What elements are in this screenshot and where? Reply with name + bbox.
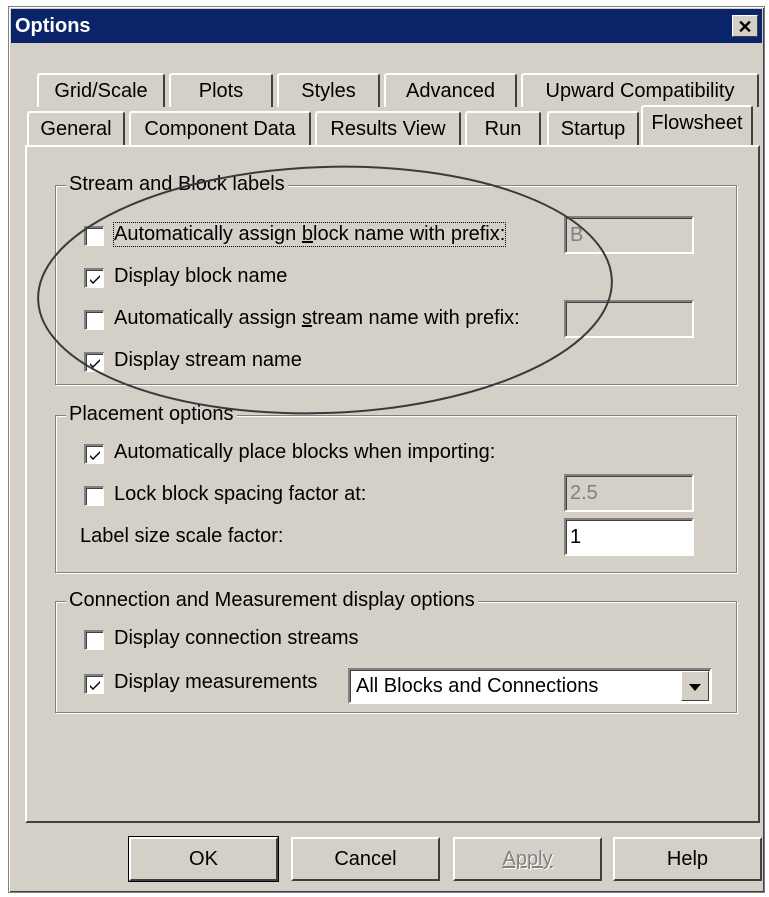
auto-place-blocks-checkbox[interactable] [84, 444, 104, 464]
stream-block-labels-group: Stream and Block labels Automatically as… [55, 173, 737, 385]
tab-component-data[interactable]: Component Data [129, 111, 311, 145]
display-stream-name-checkbox[interactable] [84, 352, 104, 372]
cancel-button[interactable]: Cancel [291, 837, 440, 881]
dropdown-arrow-icon[interactable] [681, 671, 709, 701]
measurements-select-value: All Blocks and Connections [356, 675, 599, 697]
display-measurements-checkbox[interactable] [84, 674, 104, 694]
window-title: Options [15, 15, 91, 37]
tab-grid-scale[interactable]: Grid/Scale [37, 73, 165, 107]
auto-block-name-checkbox[interactable] [84, 226, 104, 246]
group-legend: Connection and Measurement display optio… [66, 589, 478, 612]
tab-advanced[interactable]: Advanced [384, 73, 517, 107]
placement-options-group: Placement options Automatically place bl… [55, 403, 737, 573]
block-prefix-input[interactable]: B [564, 216, 694, 254]
display-connection-streams-label: Display connection streams [114, 627, 359, 649]
display-connection-streams-checkbox[interactable] [84, 630, 104, 650]
auto-stream-name-label: Automatically assign stream name with pr… [114, 307, 520, 329]
apply-button[interactable]: Apply [453, 837, 602, 881]
spacing-factor-input[interactable]: 2.5 [564, 474, 694, 512]
tab-styles[interactable]: Styles [277, 73, 380, 107]
auto-stream-name-checkbox[interactable] [84, 310, 104, 330]
tab-plots[interactable]: Plots [169, 73, 273, 107]
connection-measurement-group: Connection and Measurement display optio… [55, 589, 737, 713]
tab-startup[interactable]: Startup [547, 111, 639, 145]
display-block-name-checkbox[interactable] [84, 268, 104, 288]
stream-prefix-input[interactable] [564, 300, 694, 338]
tab-upward-compatibility[interactable]: Upward Compatibility [521, 73, 759, 107]
tab-run[interactable]: Run [465, 111, 541, 145]
close-icon[interactable]: ✕ [732, 15, 758, 37]
display-block-name-label: Display block name [114, 265, 288, 287]
flowsheet-tab-page: Stream and Block labels Automatically as… [25, 145, 760, 823]
title-bar[interactable]: Options ✕ [11, 9, 762, 43]
help-button[interactable]: Help [613, 837, 762, 881]
auto-block-name-label[interactable]: Automatically assign block name with pre… [112, 222, 507, 247]
tab-general[interactable]: General [27, 111, 125, 145]
display-measurements-label: Display measurements [114, 671, 318, 693]
lock-spacing-label: Lock block spacing factor at: [114, 483, 367, 505]
lock-spacing-checkbox[interactable] [84, 486, 104, 506]
ok-button[interactable]: OK [128, 836, 279, 882]
label-scale-label: Label size scale factor: [80, 525, 284, 547]
tab-results-view[interactable]: Results View [315, 111, 461, 145]
group-legend: Placement options [66, 403, 237, 426]
options-dialog: Options ✕ Grid/Scale Plots Styles Advanc… [8, 6, 765, 893]
measurements-select[interactable]: All Blocks and Connections [348, 668, 712, 704]
auto-place-blocks-label: Automatically place blocks when importin… [114, 441, 496, 463]
group-legend: Stream and Block labels [66, 173, 288, 196]
display-stream-name-label: Display stream name [114, 349, 302, 371]
tab-flowsheet[interactable]: Flowsheet [641, 105, 753, 145]
label-scale-input[interactable]: 1 [564, 518, 694, 556]
